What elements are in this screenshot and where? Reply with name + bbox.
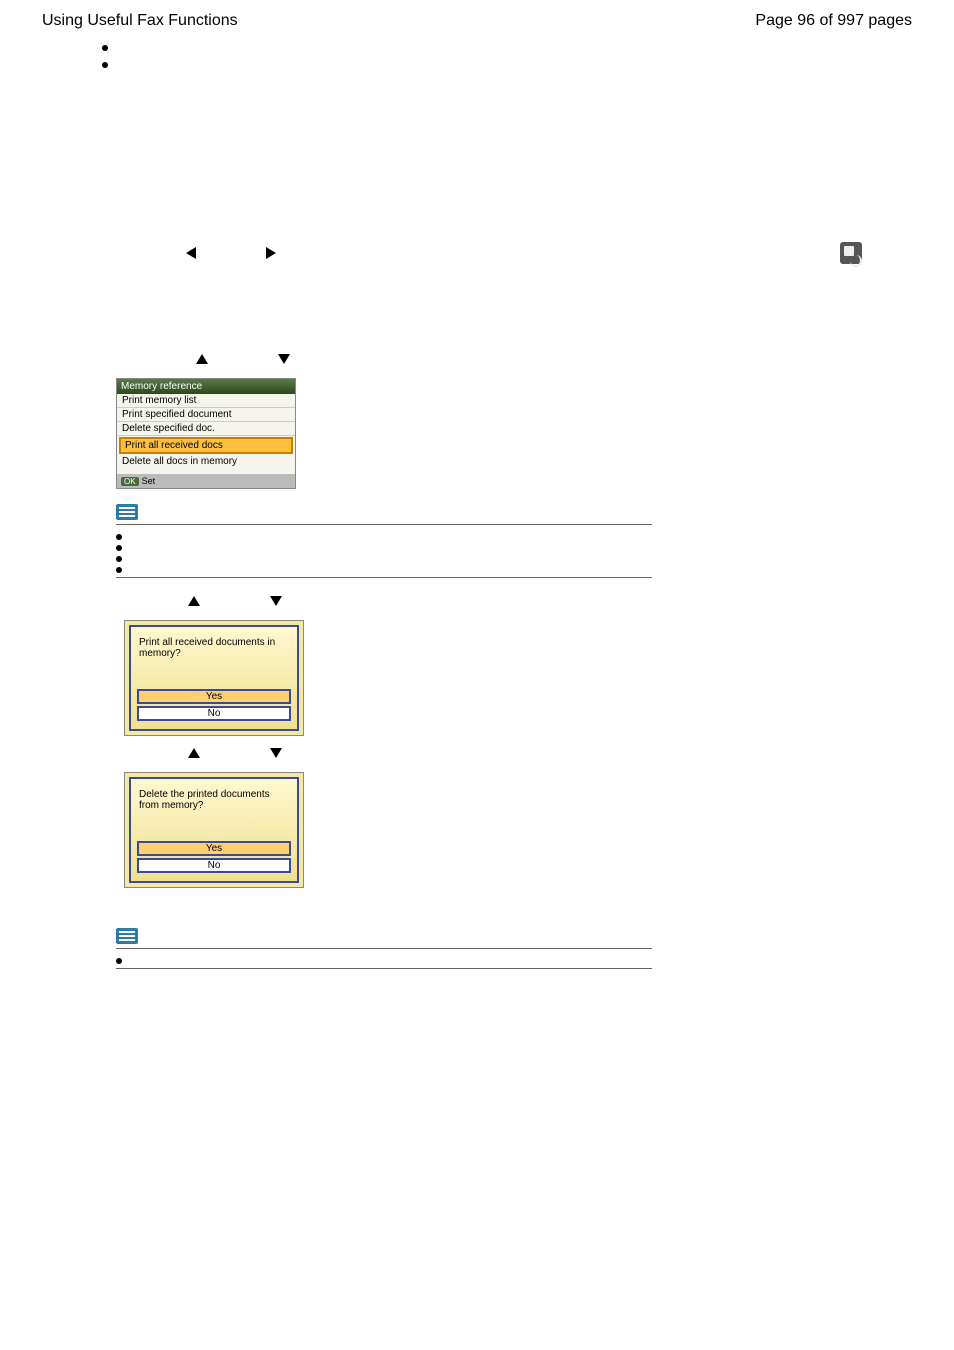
list-item: [116, 562, 652, 573]
divider: [116, 948, 652, 949]
up-arrow-icon: [196, 354, 208, 364]
step-row: [116, 242, 912, 264]
page-indicator: Page 96 of 997 pages: [755, 12, 912, 30]
right-arrow-icon: [266, 247, 276, 259]
step-row: [128, 596, 912, 606]
top-bullet-list: [102, 40, 912, 68]
bullet-dot-icon: [116, 545, 122, 551]
dialog-text: Delete the printed documents from memory…: [137, 787, 291, 839]
ok-badge: OK: [121, 477, 139, 486]
list-item: [116, 551, 652, 562]
fax-icon: [840, 242, 862, 264]
print-all-dialog-figure: Print all received documents in memory? …: [124, 620, 304, 736]
bullet-dot-icon: [116, 556, 122, 562]
note-icon: [116, 928, 138, 944]
note-bullet-list: [116, 529, 652, 573]
left-arrow-icon: [186, 247, 196, 259]
list-item: [102, 57, 912, 68]
menu-item-selected: Print all received docs: [119, 437, 293, 454]
divider: [116, 968, 652, 969]
dialog-yes-button: Yes: [137, 689, 291, 704]
menu-item: Delete specified doc.: [117, 422, 295, 436]
menu-item: Print specified document: [117, 408, 295, 422]
step-row: [116, 354, 912, 364]
header-title: Using Useful Fax Functions: [42, 12, 238, 30]
menu-item: Print memory list: [117, 394, 295, 408]
page-header: Using Useful Fax Functions Page 96 of 99…: [0, 0, 954, 36]
down-arrow-icon: [270, 596, 282, 606]
down-arrow-icon: [270, 748, 282, 758]
bullet-dot-icon: [116, 534, 122, 540]
list-item: [116, 529, 652, 540]
note-bullet-list: [116, 953, 652, 964]
list-item: [102, 40, 912, 51]
note-block: [116, 928, 652, 970]
bullet-dot-icon: [102, 62, 108, 68]
list-item: [116, 953, 652, 964]
down-arrow-icon: [278, 354, 290, 364]
dialog-yes-button: Yes: [137, 841, 291, 856]
bullet-dot-icon: [102, 45, 108, 51]
bullet-dot-icon: [116, 567, 122, 573]
dialog-text: Print all received documents in memory?: [137, 635, 291, 687]
menu-title: Memory reference: [117, 379, 295, 394]
divider: [116, 524, 652, 525]
bullet-dot-icon: [116, 958, 122, 964]
step-row: [128, 748, 912, 758]
divider: [116, 577, 652, 578]
memory-reference-menu-figure: Memory reference Print memory list Print…: [116, 378, 296, 489]
dialog-no-button: No: [137, 858, 291, 873]
delete-printed-dialog-figure: Delete the printed documents from memory…: [124, 772, 304, 888]
menu-footer: OKSet: [117, 474, 295, 488]
up-arrow-icon: [188, 596, 200, 606]
spacer: [98, 74, 912, 224]
menu-item: Delete all docs in memory: [117, 455, 295, 468]
note-icon: [116, 504, 138, 520]
dialog-no-button: No: [137, 706, 291, 721]
note-block: [116, 503, 652, 578]
list-item: [116, 540, 652, 551]
up-arrow-icon: [188, 748, 200, 758]
page-content: Memory reference Print memory list Print…: [0, 40, 954, 969]
set-label: Set: [142, 476, 156, 486]
